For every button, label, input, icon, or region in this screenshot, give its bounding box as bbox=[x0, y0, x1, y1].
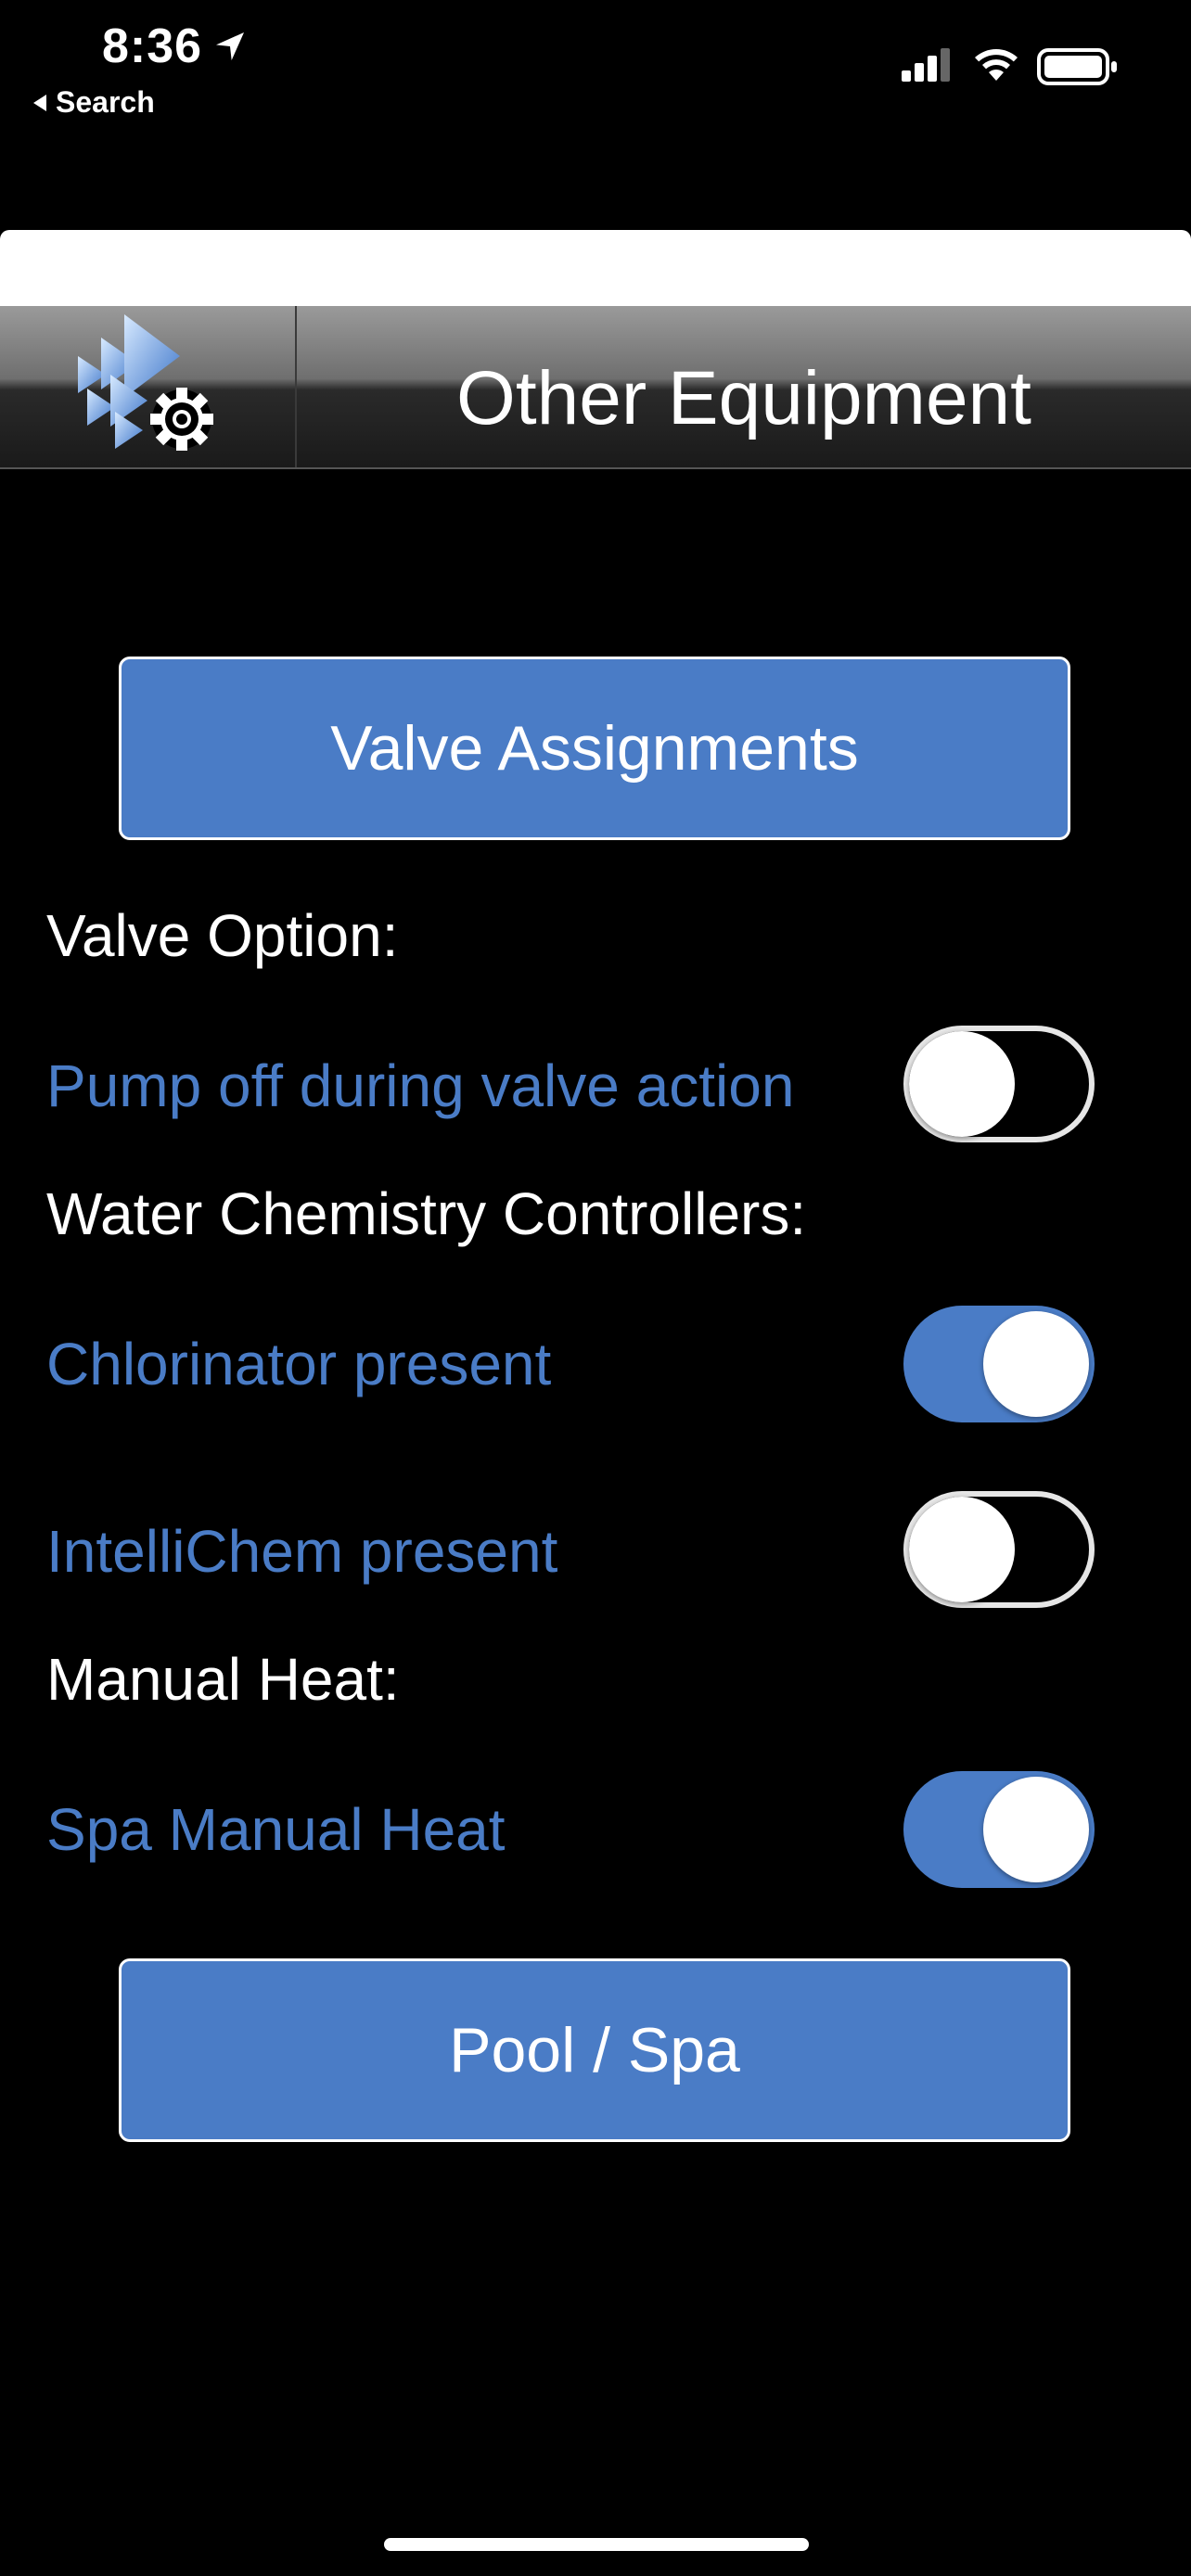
chlorinator-label: Chlorinator present bbox=[46, 1331, 552, 1397]
intellichem-label: IntelliChem present bbox=[46, 1518, 558, 1585]
intellichem-toggle[interactable] bbox=[903, 1491, 1095, 1608]
header-top-strip bbox=[0, 230, 1191, 306]
valve-option-heading: Valve Option: bbox=[46, 902, 399, 969]
manual-heat-heading: Manual Heat: bbox=[46, 1646, 400, 1713]
valve-assignments-button[interactable]: Valve Assignments bbox=[119, 657, 1070, 840]
page-header: Other Equipment bbox=[0, 306, 1191, 469]
signal-icon bbox=[902, 48, 950, 82]
battery-icon bbox=[1037, 48, 1117, 85]
header-logo-button[interactable] bbox=[0, 306, 297, 467]
back-to-search[interactable]: Search bbox=[33, 85, 155, 120]
chlorinator-toggle[interactable] bbox=[903, 1306, 1095, 1422]
status-time: 8:36 bbox=[102, 19, 203, 73]
toggle-knob bbox=[983, 1777, 1089, 1882]
wifi-icon bbox=[975, 49, 1018, 81]
back-arrow-icon bbox=[33, 94, 46, 111]
status-bar: 8:36 Search bbox=[0, 0, 1191, 130]
equipment-settings-logo-icon bbox=[78, 314, 213, 451]
home-indicator[interactable] bbox=[384, 2538, 809, 2551]
toggle-knob bbox=[909, 1031, 1015, 1137]
location-arrow-icon bbox=[216, 32, 244, 60]
water-chemistry-heading: Water Chemistry Controllers: bbox=[46, 1180, 807, 1247]
pump-off-label: Pump off during valve action bbox=[46, 1052, 795, 1119]
page-title: Other Equipment bbox=[456, 356, 1031, 440]
pool-spa-button[interactable]: Pool / Spa bbox=[119, 1958, 1070, 2142]
spa-manual-heat-toggle[interactable] bbox=[903, 1771, 1095, 1888]
toggle-knob bbox=[983, 1311, 1089, 1417]
spa-manual-heat-label: Spa Manual Heat bbox=[46, 1796, 506, 1863]
toggle-knob bbox=[909, 1497, 1015, 1602]
back-search-label: Search bbox=[56, 85, 155, 119]
pump-off-toggle[interactable] bbox=[903, 1026, 1095, 1142]
